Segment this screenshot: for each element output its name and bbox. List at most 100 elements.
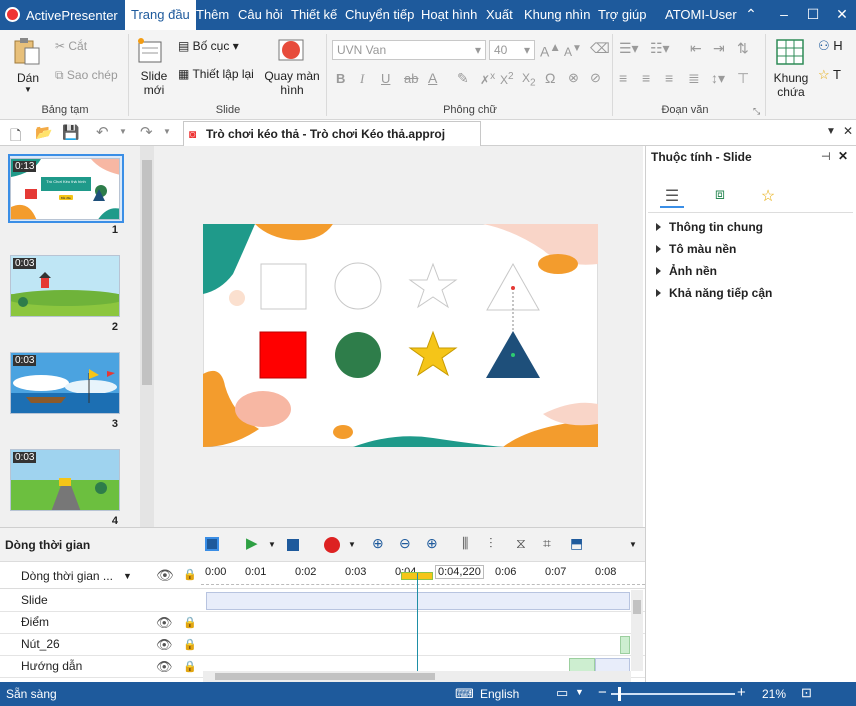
eye-icon[interactable]: 👁	[156, 659, 173, 675]
copy-button[interactable]: ⧉ Sao chép	[55, 68, 118, 83]
tab-questions[interactable]: Câu hỏi	[232, 0, 289, 30]
chevron-down-icon[interactable]: ▼	[629, 540, 637, 549]
chevron-down-icon[interactable]: ▼	[119, 127, 127, 136]
bold-icon[interactable]: B	[336, 71, 345, 86]
eye-icon[interactable]: 👁	[156, 615, 173, 631]
insert-time-icon[interactable]: ⧖	[516, 535, 526, 552]
paste-button[interactable]: Dán ▼	[12, 36, 44, 96]
section-general-info[interactable]: Thông tin chung	[656, 220, 763, 234]
lock-icon[interactable]: 🔒	[183, 660, 197, 673]
vertical-align-icon[interactable]: ⊤	[737, 70, 749, 87]
scrollbar-thumb[interactable]	[633, 600, 641, 614]
close-doc-icon[interactable]: ✕	[843, 124, 853, 138]
slide-thumbnail[interactable]: 0:03	[10, 255, 120, 317]
close-icon[interactable]: ✕	[834, 6, 850, 22]
timeline-row-button[interactable]: Nút_26 👁 🔒	[0, 634, 645, 656]
time-ruler[interactable]: 0:00 0:01 0:02 0:03 0:04 0:04,220 0:06 0…	[201, 562, 645, 588]
timeline-h-scrollbar[interactable]	[203, 671, 631, 682]
extend-icon[interactable]: ⬒	[570, 535, 583, 552]
green-circle[interactable]	[335, 332, 381, 378]
object-track-bar[interactable]	[620, 636, 630, 654]
overflow-t-button[interactable]: ☆ T	[818, 67, 841, 83]
tab-transitions[interactable]: Chuyển tiếp	[339, 0, 420, 30]
align-center-icon[interactable]: ≡	[642, 70, 650, 86]
scrollbar-thumb[interactable]	[215, 673, 435, 680]
presentation-icon[interactable]: ▭	[556, 685, 568, 701]
shrink-font-icon[interactable]: A▼	[564, 43, 582, 59]
section-background-image[interactable]: Ảnh nền	[656, 264, 717, 278]
case-icon[interactable]: ⊗	[568, 70, 579, 86]
slide-thumbnail[interactable]: 0:03	[10, 352, 120, 414]
interaction-icon[interactable]: ☆	[756, 186, 780, 208]
tab-help[interactable]: Trợ giúp	[592, 0, 653, 30]
eraser-icon[interactable]: ⌫	[590, 40, 610, 57]
open-folder-icon[interactable]: 📂	[35, 124, 52, 141]
lock-icon[interactable]: 🔒	[183, 638, 197, 651]
language-indicator[interactable]: English	[480, 687, 519, 701]
minimize-icon[interactable]: –	[776, 6, 792, 22]
slide-thumbnail[interactable]: Trò Chơi Kéo thả hình Bắt đầu 0:13	[10, 158, 120, 220]
reset-button[interactable]: ▦ Thiết lập lại	[178, 67, 254, 81]
maximize-icon[interactable]: ☐	[805, 6, 821, 22]
align-right-icon[interactable]: ≡	[665, 70, 673, 86]
save-icon[interactable]: 💾	[62, 124, 79, 141]
superscript-icon[interactable]: X2	[500, 71, 514, 87]
font-name-select[interactable]: UVN Van ▾	[332, 40, 486, 60]
zoom-out-button[interactable]: −	[598, 684, 607, 701]
zoom-to-fit-icon[interactable]: ⊕	[372, 535, 384, 552]
strikethrough-icon[interactable]: ab	[404, 71, 418, 86]
zoom-slider-thumb[interactable]	[618, 687, 621, 701]
tab-view[interactable]: Khung nhìn	[518, 0, 597, 30]
tab-animations[interactable]: Hoạt hình	[415, 0, 483, 30]
chevron-down-icon[interactable]: ▼	[268, 540, 276, 549]
zoom-in-icon[interactable]: ⊕	[426, 535, 438, 552]
grow-font-icon[interactable]: A▲	[540, 41, 561, 60]
undo-icon[interactable]: ↶	[96, 123, 109, 141]
overflow-h-button[interactable]: ⚇ H	[818, 38, 843, 54]
join-icon[interactable]: ⫶	[489, 535, 493, 552]
stop-icon[interactable]	[287, 539, 299, 551]
crop-icon[interactable]: ⌗	[543, 535, 551, 552]
font-size-select[interactable]: 40 ▾	[489, 40, 535, 60]
layout-button[interactable]: ▤ Bố cục ▾	[178, 39, 239, 53]
tab-export[interactable]: Xuất	[480, 0, 519, 30]
zoom-in-button[interactable]: +	[737, 684, 746, 701]
timeline-select-icon[interactable]	[205, 537, 219, 551]
eye-icon[interactable]: 👁	[156, 637, 173, 653]
redo-icon[interactable]: ↷	[140, 123, 153, 141]
record-icon[interactable]	[324, 537, 340, 553]
eye-icon[interactable]: 👁	[156, 567, 174, 584]
chevron-down-icon[interactable]: ▼	[575, 687, 584, 697]
font-color-icon[interactable]: A	[428, 70, 437, 86]
close-pane-icon[interactable]: ✕	[838, 149, 848, 163]
frame-button[interactable]: Khung chứa	[771, 36, 811, 102]
chevron-down-icon[interactable]: ▼	[123, 571, 132, 581]
tab-list-icon[interactable]: ▼	[826, 126, 836, 137]
size-position-icon[interactable]: ⧈	[708, 186, 732, 208]
playhead-line[interactable]	[417, 573, 418, 679]
general-props-icon[interactable]: ☰	[660, 186, 684, 208]
subscript-icon[interactable]: X2	[522, 71, 536, 88]
record-screen-button[interactable]: Quay màn hình	[262, 36, 322, 100]
user-name[interactable]: ATOMI-User	[659, 0, 743, 30]
pin-icon[interactable]: ⊣	[821, 150, 831, 163]
thumbnail-scrollbar[interactable]	[140, 146, 154, 527]
line-spacing-icon[interactable]: ↕▾	[711, 70, 725, 87]
zoom-slider[interactable]	[611, 687, 735, 701]
justify-icon[interactable]: ≣	[688, 70, 700, 87]
slide-thumbnail[interactable]: 0:03	[10, 449, 120, 511]
lock-icon[interactable]: 🔒	[183, 568, 197, 581]
split-icon[interactable]: ⫼	[462, 535, 468, 552]
link-icon[interactable]: ⊘	[590, 70, 601, 86]
timeline-row-score[interactable]: Điểm 👁 🔒	[0, 612, 645, 634]
timeline-row-slide[interactable]: Slide	[0, 590, 645, 612]
scrollbar-thumb[interactable]	[142, 160, 152, 385]
bullets-icon[interactable]: ☰▾	[619, 40, 639, 57]
decrease-indent-icon[interactable]: ⇤	[690, 40, 702, 57]
new-slide-button[interactable]: Slide mới	[136, 36, 172, 100]
zoom-out-icon[interactable]: ⊖	[399, 535, 411, 552]
document-tab[interactable]: ◙ Trò chơi kéo thả - Trò chơi Kéo thả.ap…	[183, 121, 481, 146]
tab-insert[interactable]: Thêm	[190, 0, 235, 30]
slide-canvas[interactable]	[203, 224, 598, 447]
section-accessibility[interactable]: Khả năng tiếp cận	[656, 286, 772, 300]
